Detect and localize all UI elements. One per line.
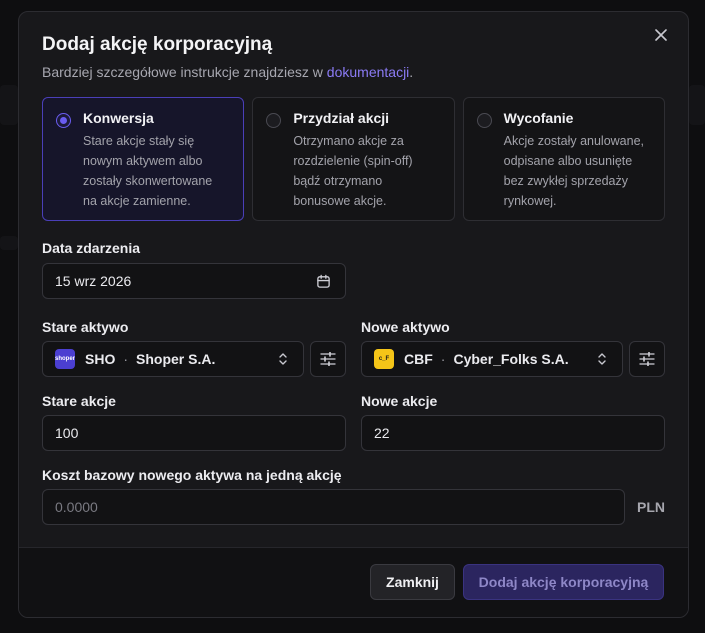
option-title: Przydział akcji: [293, 110, 390, 126]
old-shares-value: 100: [55, 425, 79, 441]
option-withdrawal[interactable]: Wycofanie Akcje zostały anulowane, odpis…: [462, 97, 665, 221]
radio-conversion[interactable]: [56, 113, 71, 128]
desc-line: zostały skonwertowane: [83, 174, 213, 188]
desc-line: odpisane albo usunięte: [503, 154, 633, 168]
option-conversion[interactable]: Konwersja Stare akcje stały się nowym ak…: [42, 97, 245, 221]
option-description: Stare akcje stały się nowym aktywem albo…: [83, 131, 231, 211]
new-asset-ticker: CBF: [404, 351, 433, 367]
new-asset-select[interactable]: c_F CBF · Cyber_Folks S.A.: [361, 341, 623, 377]
radio-withdrawal[interactable]: [476, 113, 492, 128]
new-asset-name: Cyber_Folks S.A.: [453, 351, 569, 367]
chevron-up-down-icon: [279, 353, 287, 365]
desc-line: Otrzymano akcje za: [293, 134, 404, 148]
desc-line: na akcje zamienne.: [83, 194, 191, 208]
calendar-icon[interactable]: [316, 274, 331, 289]
option-title: Wycofanie: [503, 110, 574, 126]
option-share-allocation[interactable]: Przydział akcji Otrzymano akcje za rozdz…: [252, 97, 455, 221]
old-asset-label: Stare aktywo: [42, 319, 129, 335]
event-date-input[interactable]: 15 wrz 2026: [42, 263, 346, 299]
new-shares-value: 22: [374, 425, 390, 441]
sliders-icon: [320, 352, 336, 366]
radio-share-allocation[interactable]: [266, 113, 282, 128]
corporate-action-dialog: Dodaj akcję korporacyjną Bardziej szczeg…: [18, 11, 689, 618]
old-asset-ticker: SHO: [85, 351, 116, 367]
sliders-icon: [639, 352, 655, 366]
cyberfolks-logo-icon: c_F: [374, 349, 394, 369]
old-asset-separator: ·: [123, 351, 129, 367]
dialog-subtitle: Bardziej szczegółowe instrukcje znajdzie…: [42, 64, 413, 80]
desc-line: bądź otrzymano: [293, 174, 383, 188]
subtitle-suffix: .: [409, 64, 414, 80]
new-asset-label: Nowe aktywo: [361, 319, 450, 335]
desc-line: rynkowej.: [503, 194, 557, 208]
option-title: Konwersja: [83, 110, 154, 126]
add-corporate-action-button[interactable]: Dodaj akcję korporacyjną: [463, 564, 664, 600]
action-type-options: Konwersja Stare akcje stały się nowym ak…: [42, 97, 665, 221]
cost-basis-input[interactable]: 0.0000: [42, 489, 625, 525]
old-shares-label: Stare akcje: [42, 393, 116, 409]
cost-basis-placeholder: 0.0000: [55, 499, 98, 515]
cost-basis-label: Koszt bazowy nowego aktywa na jedną akcj…: [42, 467, 342, 483]
new-shares-input[interactable]: 22: [361, 415, 665, 451]
old-asset-select[interactable]: shoper SHO · Shoper S.A.: [42, 341, 304, 377]
desc-line: rozdzielenie (spin-off): [293, 154, 413, 168]
old-asset-name: Shoper S.A.: [136, 351, 216, 367]
subtitle-text: Bardziej szczegółowe instrukcje znajdzie…: [42, 64, 327, 80]
shoper-logo-icon: shoper: [55, 349, 75, 369]
dialog-footer: Zamknij Dodaj akcję korporacyjną: [19, 547, 688, 617]
new-shares-label: Nowe akcje: [361, 393, 438, 409]
option-description: Akcje zostały anulowane, odpisane albo u…: [504, 131, 652, 211]
event-date-label: Data zdarzenia: [42, 240, 141, 256]
documentation-link[interactable]: dokumentacji: [327, 64, 410, 80]
close-button[interactable]: [652, 26, 670, 44]
desc-line: nowym aktywem albo: [83, 154, 203, 168]
old-shares-input[interactable]: 100: [42, 415, 346, 451]
option-description: Otrzymano akcje za rozdzielenie (spin-of…: [293, 131, 441, 211]
backdrop-shape: [689, 85, 705, 125]
event-date-value: 15 wrz 2026: [55, 273, 132, 289]
new-asset-settings-button[interactable]: [629, 341, 665, 377]
old-asset-settings-button[interactable]: [310, 341, 346, 377]
new-asset-separator: ·: [440, 351, 446, 367]
desc-line: Akcje zostały anulowane,: [503, 134, 645, 148]
desc-line: bez zwykłej sprzedaży: [503, 174, 629, 188]
desc-line: Stare akcje stały się: [83, 134, 195, 148]
backdrop-shape: [0, 236, 18, 250]
close-icon: [655, 29, 667, 41]
close-dialog-button[interactable]: Zamknij: [370, 564, 455, 600]
currency-unit: PLN: [637, 499, 665, 515]
dialog-title: Dodaj akcję korporacyjną: [42, 34, 273, 55]
desc-line: bonusowe akcje.: [293, 194, 387, 208]
chevron-up-down-icon: [598, 353, 606, 365]
backdrop-shape: [0, 85, 18, 125]
